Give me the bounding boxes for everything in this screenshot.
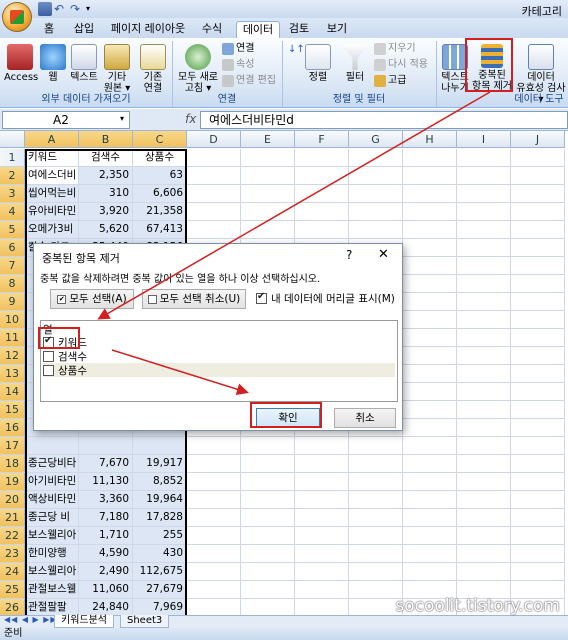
arrow-to-ok [111,349,249,396]
annotation-arrows [97,91,491,396]
office-logo-icon [10,10,24,24]
office-button[interactable] [2,2,32,32]
arrow-to-dialog [97,91,491,320]
